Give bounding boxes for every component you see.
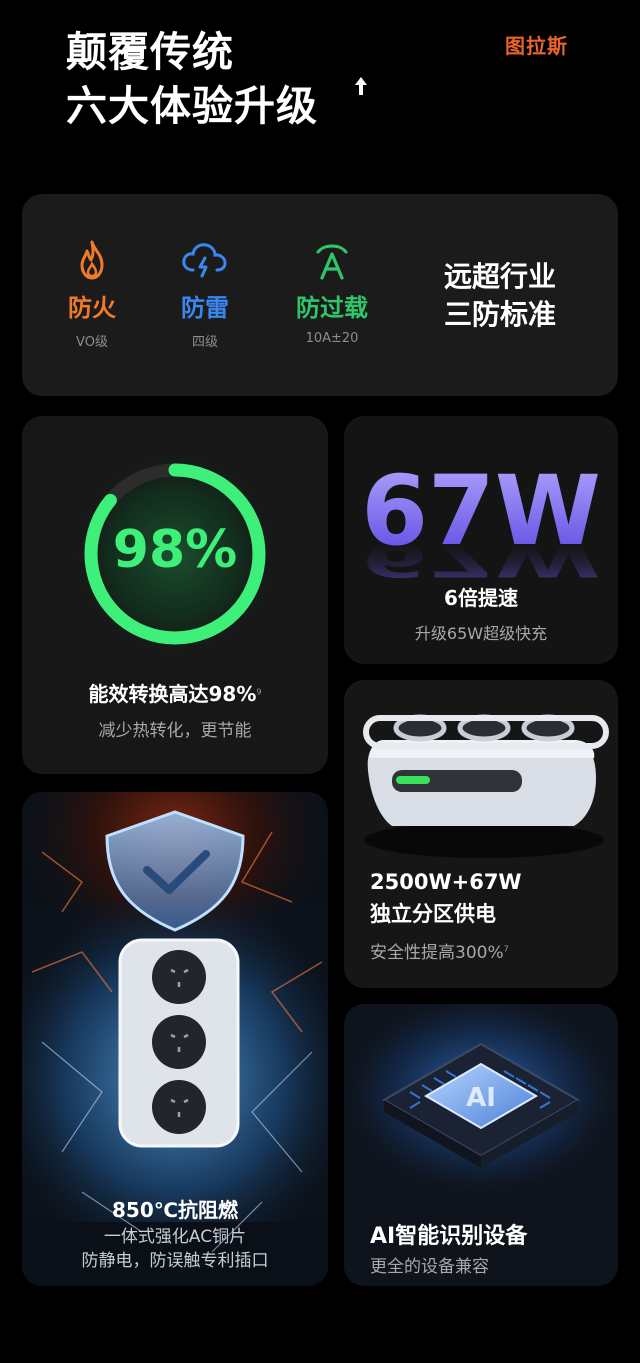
- fire-sub2: 防静电，防误触专利插口: [81, 1251, 269, 1271]
- efficiency-sub: 减少热转化，更节能: [98, 721, 252, 741]
- fast-charge-card: 67W 67W 6倍提速 升级65W超级快充: [344, 416, 618, 664]
- efficiency-title: 能效转换高达98%9: [22, 678, 328, 707]
- zone-sub: 安全性提高300%7: [370, 938, 509, 963]
- thunder-cloud-icon: [182, 243, 227, 278]
- up-arrow-icon: [355, 77, 367, 95]
- feature-sub: 四级: [191, 335, 218, 350]
- flame-icon: [80, 240, 104, 280]
- fire-title: 850℃抗阻燃: [112, 1198, 238, 1222]
- watt-graphic: 67W 67W: [361, 455, 600, 586]
- page-title-line2: 六大体验升级: [66, 82, 318, 130]
- feature-overload: 防过载 10A±20: [277, 238, 387, 346]
- feature-label: 防过载: [296, 294, 368, 322]
- ai-card: AI AI智能识别设备 更全的设备兼容: [344, 1004, 618, 1286]
- zone-title-line2: 独立分区供电: [370, 902, 496, 926]
- zone-power-card: 2500W+67W 独立分区供电 安全性提高300%7: [344, 680, 618, 988]
- ai-sub: 更全的设备兼容: [370, 1257, 489, 1277]
- efficiency-card: 98% 能效转换高达98%9 减少热转化，更节能: [22, 416, 328, 774]
- overload-a-icon: [316, 244, 348, 280]
- efficiency-percent: 98%: [112, 520, 238, 580]
- industry-standard-text: 远超行业 三防标准: [420, 258, 580, 334]
- footnote-mark: 9: [256, 687, 262, 697]
- footnote-mark: 7: [503, 944, 509, 954]
- watt-reflection: 67W: [361, 535, 600, 585]
- feature-sub: VO级: [76, 335, 108, 350]
- zone-sub-text: 安全性提高300%: [370, 943, 504, 963]
- ai-chip-label: AI: [466, 1083, 496, 1113]
- zone-title-line1: 2500W+67W: [370, 870, 522, 894]
- brand-logo: 图拉斯: [505, 34, 568, 58]
- fire-sub1: 一体式强化AC铜片: [103, 1227, 247, 1247]
- feature-fireproof: 防火 VO级: [37, 238, 147, 350]
- ai-chip-image: AI: [344, 1004, 618, 1204]
- feature-label: 防雷: [181, 294, 229, 322]
- ai-title: AI智能识别设备: [370, 1224, 528, 1249]
- power-strip-image: [363, 714, 609, 858]
- feature-sub: 10A±20: [305, 331, 359, 346]
- standard-line2: 三防标准: [443, 298, 556, 331]
- efficiency-title-text: 能效转换高达98%: [88, 682, 257, 706]
- feature-label: 防火: [68, 294, 116, 322]
- watt-sub: 升级65W超级快充: [414, 624, 548, 643]
- feature-lightning: 防雷 四级: [150, 238, 260, 350]
- fire-resistant-card: 850℃抗阻燃 一体式强化AC铜片 防静电，防误触专利插口: [22, 792, 328, 1286]
- standard-line1: 远超行业: [443, 260, 556, 293]
- page-title-line1: 颠覆传统: [66, 28, 234, 76]
- watt-title: 6倍提速: [444, 586, 518, 610]
